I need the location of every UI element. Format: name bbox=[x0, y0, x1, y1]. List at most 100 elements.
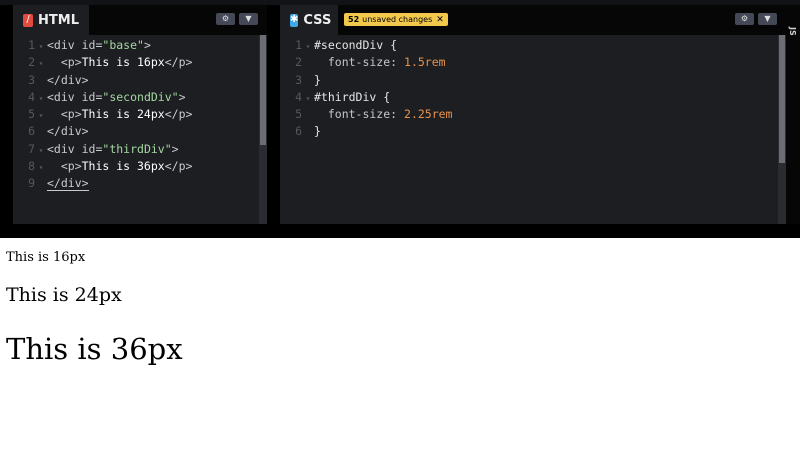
unsaved-count: 52 bbox=[348, 15, 360, 24]
fold-arrow-icon[interactable]: ▾ bbox=[35, 55, 47, 72]
css-collapse-button[interactable]: ▼ bbox=[758, 13, 777, 25]
code-token: #secondDiv { bbox=[314, 38, 398, 52]
code-token: <div bbox=[47, 141, 82, 156]
code-token: </div> bbox=[47, 72, 89, 87]
gear-icon: ⚙ bbox=[740, 14, 749, 23]
line-number: 4 bbox=[28, 89, 35, 104]
chevron-down-icon: ▼ bbox=[764, 14, 771, 23]
code-token: </p> bbox=[164, 159, 193, 174]
code-line[interactable]: 1 ▾ <div id="base"> bbox=[13, 37, 257, 54]
code-token: > bbox=[171, 141, 179, 156]
code-token: <div bbox=[47, 89, 82, 104]
code-line[interactable]: 3 </div> bbox=[13, 72, 257, 89]
css-code-editor[interactable]: 1 ▾ #secondDiv {2 font-size: 1.5rem 3} 4 ▾ #th… bbox=[280, 37, 776, 224]
code-token: This is 24px bbox=[81, 107, 165, 122]
html-scrollbar[interactable] bbox=[259, 35, 267, 224]
code-token: > bbox=[178, 89, 186, 104]
line-number: 4 bbox=[295, 89, 302, 104]
preview-text-24px: This is 24px bbox=[6, 284, 122, 306]
code-line[interactable]: 1 ▾ #secondDiv { bbox=[280, 37, 776, 54]
css-settings-button[interactable]: ⚙ bbox=[735, 13, 754, 25]
html-settings-button[interactable]: ⚙ bbox=[216, 13, 235, 25]
fold-arrow-icon[interactable]: ▾ bbox=[35, 159, 47, 176]
code-token: <p> bbox=[47, 55, 82, 70]
chevron-down-icon: ▼ bbox=[245, 14, 252, 23]
unsaved-changes-badge[interactable]: 52 unsaved changes ✕ bbox=[344, 13, 448, 26]
code-line[interactable]: 4 ▾ <div id="secondDiv"> bbox=[13, 89, 257, 106]
code-token: id= bbox=[81, 89, 103, 104]
js-pane-title: JS bbox=[788, 27, 797, 36]
js-pane-collapsed[interactable]: JS bbox=[786, 5, 800, 224]
code-token: } bbox=[314, 72, 321, 87]
css-scrollbar[interactable] bbox=[778, 35, 786, 224]
html-code-editor[interactable]: 1 ▾ <div id="base"> 2 ▾ <p>This is 16px</p> 3… bbox=[13, 37, 257, 224]
fold-arrow-icon[interactable]: ▾ bbox=[302, 38, 314, 55]
code-token: "secondDiv" bbox=[102, 89, 179, 104]
html-editor-pane: / HTML ⚙ ▼ 1 ▾ <div id="base"> 2 ▾ <p>This i… bbox=[13, 5, 267, 224]
line-number: 2 bbox=[295, 55, 302, 70]
code-token: id= bbox=[81, 141, 103, 156]
fold-arrow-icon[interactable]: ▾ bbox=[35, 90, 47, 107]
code-token: </p> bbox=[164, 107, 193, 122]
result-preview: This is 16px This is 24px This is 36px bbox=[0, 238, 800, 460]
code-token: "thirdDiv" bbox=[102, 141, 172, 156]
line-number: 9 bbox=[28, 176, 35, 191]
editor-area: / HTML ⚙ ▼ 1 ▾ <div id="base"> 2 ▾ <p>This i… bbox=[0, 0, 800, 238]
code-token: </div> bbox=[47, 176, 89, 192]
preview-text-16px: This is 16px bbox=[6, 250, 86, 265]
line-number: 3 bbox=[28, 72, 35, 87]
html-slash-icon: / bbox=[23, 13, 34, 27]
line-number: 1 bbox=[295, 38, 302, 52]
code-line[interactable]: 8 ▾ <p>This is 36px</p> bbox=[13, 158, 257, 175]
css-pane-title: CSS bbox=[303, 12, 332, 28]
line-number: 5 bbox=[295, 107, 302, 122]
code-token: </div> bbox=[47, 124, 89, 139]
code-token: <p> bbox=[47, 159, 82, 174]
code-line[interactable]: 6 </div> bbox=[13, 123, 257, 140]
html-collapse-button[interactable]: ▼ bbox=[239, 13, 258, 25]
code-token: This is 36px bbox=[81, 159, 165, 174]
close-icon[interactable]: ✕ bbox=[436, 15, 444, 25]
code-token: <div bbox=[47, 38, 82, 52]
code-line[interactable]: 4 ▾ #thirdDiv { bbox=[280, 89, 776, 106]
fold-arrow-icon[interactable]: ▾ bbox=[302, 90, 314, 107]
code-token: font-size: bbox=[314, 107, 405, 122]
css-asterisk-icon: ✱ bbox=[290, 13, 299, 27]
css-pane-header: ✱ CSS 52 unsaved changes ✕ ⚙ ▼ bbox=[280, 5, 786, 35]
line-number: 3 bbox=[295, 72, 302, 87]
code-line[interactable]: 5 ▾ <p>This is 24px</p> bbox=[13, 106, 257, 123]
code-token: This is 16px bbox=[81, 55, 165, 70]
code-line[interactable]: 3} bbox=[280, 72, 776, 89]
fold-arrow-icon[interactable]: ▾ bbox=[35, 142, 47, 159]
code-line[interactable]: 5 font-size: 2.25rem bbox=[280, 106, 776, 123]
html-pane-title: HTML bbox=[38, 12, 79, 28]
fold-arrow-icon[interactable]: ▾ bbox=[35, 107, 47, 124]
tab-html[interactable]: / HTML bbox=[13, 5, 89, 35]
code-line[interactable]: 2 ▾ <p>This is 16px</p> bbox=[13, 54, 257, 71]
preview-text-36px: This is 36px bbox=[6, 332, 183, 366]
pane-resize-divider[interactable] bbox=[0, 225, 800, 238]
code-token: <p> bbox=[47, 107, 82, 122]
css-editor-pane: ✱ CSS 52 unsaved changes ✕ ⚙ ▼ 1 ▾ #second… bbox=[280, 5, 786, 224]
line-number: 8 bbox=[28, 159, 35, 174]
code-line[interactable]: 6} bbox=[280, 123, 776, 140]
code-line[interactable]: 2 font-size: 1.5rem bbox=[280, 54, 776, 71]
line-number: 7 bbox=[28, 141, 35, 156]
css-scrollbar-thumb[interactable] bbox=[779, 35, 785, 163]
tab-css[interactable]: ✱ CSS bbox=[280, 5, 338, 35]
line-number: 6 bbox=[295, 124, 302, 139]
code-line[interactable]: 7 ▾ <div id="thirdDiv"> bbox=[13, 141, 257, 158]
line-number: 5 bbox=[28, 107, 35, 122]
line-number: 1 bbox=[28, 38, 35, 52]
code-token: font-size: bbox=[314, 55, 405, 70]
code-token: } bbox=[314, 124, 321, 139]
html-pane-header: / HTML ⚙ ▼ bbox=[13, 5, 267, 35]
gear-icon: ⚙ bbox=[221, 14, 230, 23]
line-number: 2 bbox=[28, 55, 35, 70]
fold-arrow-icon[interactable]: ▾ bbox=[35, 38, 47, 55]
code-token: </p> bbox=[164, 55, 193, 70]
code-token: > bbox=[143, 38, 151, 52]
code-line[interactable]: 9 </div> bbox=[13, 175, 257, 192]
html-scrollbar-thumb[interactable] bbox=[260, 35, 266, 145]
code-token: 2.25rem bbox=[404, 107, 453, 122]
